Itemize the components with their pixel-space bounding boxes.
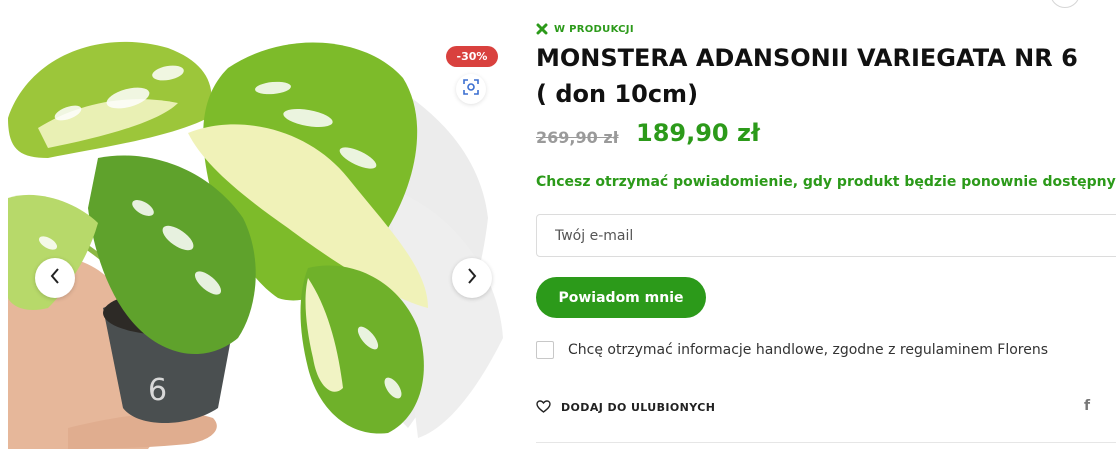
product-image: 6 [8, 8, 506, 449]
facebook-share-icon[interactable]: f [1084, 398, 1090, 414]
product-title: MONSTERA ADANSONII VARIEGATA NR 6 ( don … [536, 44, 1078, 108]
divider [536, 442, 1116, 443]
zoom-button[interactable] [456, 74, 486, 104]
old-price: 269,90 zł [536, 128, 619, 147]
email-field[interactable] [536, 214, 1116, 257]
heart-icon [536, 398, 551, 417]
zoom-scan-icon [463, 79, 479, 99]
product-gallery: 6 -30% [8, 8, 506, 449]
availability-status: W PRODUKCJI [536, 20, 634, 39]
notify-question: Chcesz otrzymać powiadomienie, gdy produ… [536, 174, 1116, 190]
discount-badge: -30% [446, 46, 498, 67]
consent-label: Chcę otrzymać informacje handlowe, zgodn… [568, 342, 1049, 358]
product-info: W PRODUKCJI MONSTERA ADANSONII VARIEGATA… [536, 0, 1116, 449]
gallery-prev-button[interactable] [35, 258, 75, 298]
add-to-favorites-button[interactable]: DODAJ DO ULUBIONYCH [536, 398, 715, 417]
status-label: W PRODUKCJI [554, 24, 634, 35]
current-price: 189,90 zł [636, 119, 760, 147]
pot-number: 6 [148, 373, 167, 408]
favorites-label: DODAJ DO ULUBIONYCH [561, 401, 716, 414]
chevron-right-icon [466, 268, 478, 288]
consent-checkbox[interactable] [536, 341, 554, 359]
notify-me-button[interactable]: Powiadom mnie [536, 277, 706, 318]
consent-row: Chcę otrzymać informacje handlowe, zgodn… [536, 341, 1048, 359]
chevron-left-icon [49, 268, 61, 288]
x-icon [536, 20, 548, 39]
gallery-next-button[interactable] [452, 258, 492, 298]
